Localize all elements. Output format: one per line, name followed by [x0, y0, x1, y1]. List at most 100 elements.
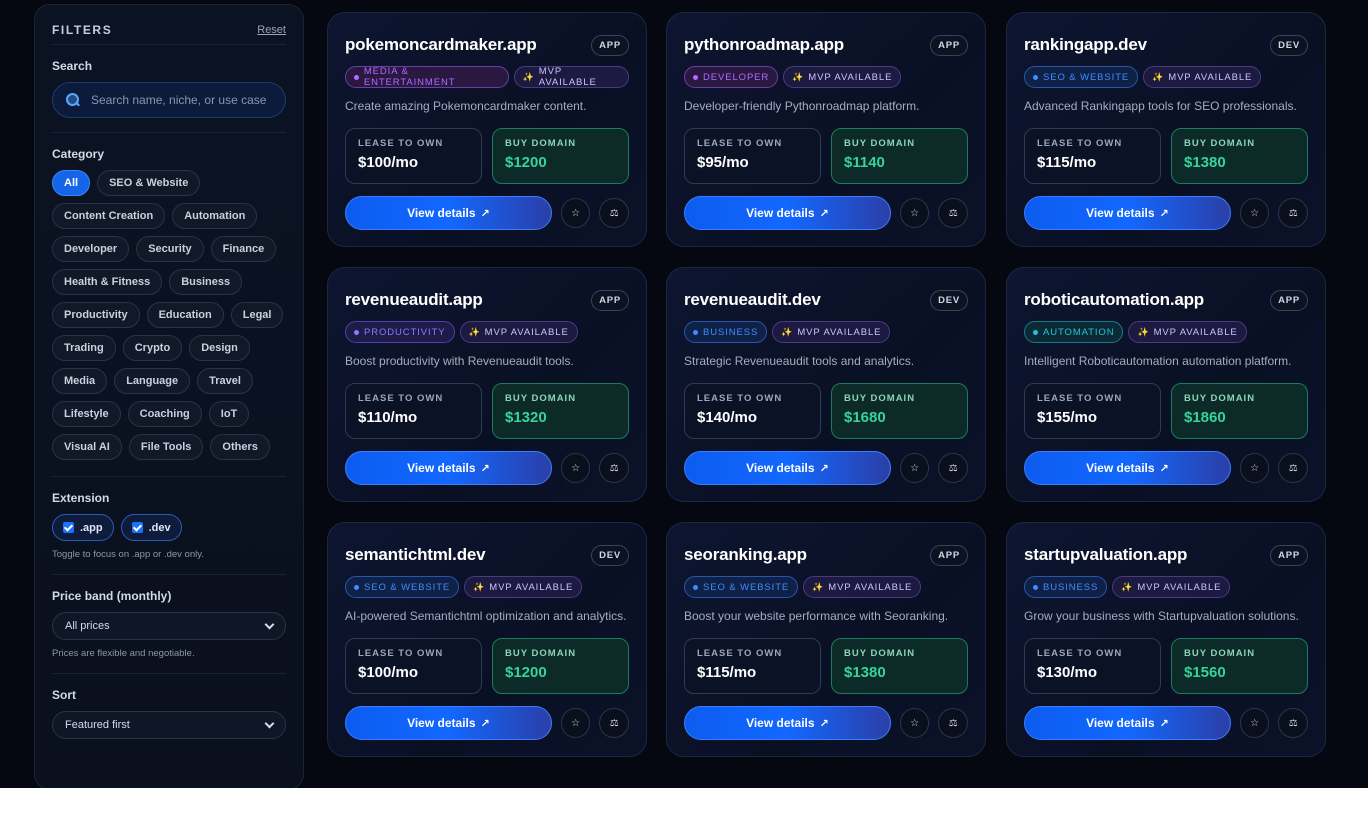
category-chip[interactable]: Business [169, 269, 243, 295]
category-tag-label: MEDIA & ENTERTAINMENT [363, 66, 456, 88]
buy-label: BUY DOMAIN [844, 393, 916, 404]
domain-name[interactable]: revenueaudit.dev [684, 290, 821, 310]
category-chip[interactable]: Developer [52, 236, 130, 262]
card-header: startupvaluation.app APP [1024, 543, 1308, 567]
compare-button[interactable]: ⚖ [1278, 708, 1308, 738]
mvp-tag-label: MVP AVAILABLE [808, 71, 893, 83]
category-chip[interactable]: Language [114, 368, 191, 394]
category-chip[interactable]: Lifestyle [52, 401, 121, 427]
view-details-label: View details [407, 716, 476, 730]
compare-button[interactable]: ⚖ [599, 453, 629, 483]
view-details-button[interactable]: View details ↗ [1024, 706, 1231, 740]
favorite-button[interactable]: ☆ [560, 198, 591, 228]
category-chip[interactable]: Health & Fitness [52, 269, 163, 295]
reset-link[interactable]: Reset [257, 24, 286, 36]
domain-name[interactable]: pokemoncardmaker.app [345, 35, 537, 55]
sparkles-icon: ✨ [1137, 326, 1150, 337]
category-chip[interactable]: Education [146, 302, 224, 328]
compare-icon: ⚖ [948, 207, 958, 219]
compare-icon: ⚖ [948, 717, 958, 729]
category-chip[interactable]: Security [136, 236, 204, 262]
lease-price: $115/mo [1037, 154, 1097, 171]
favorite-button[interactable]: ☆ [560, 708, 591, 738]
category-chip[interactable]: Legal [230, 302, 284, 328]
buy-box: BUY DOMAIN $1380 [831, 638, 968, 694]
domain-name[interactable]: pythonroadmap.app [684, 35, 844, 55]
category-chip[interactable]: All [52, 170, 91, 196]
favorite-button[interactable]: ☆ [1239, 198, 1270, 228]
buy-label: BUY DOMAIN [844, 138, 916, 149]
category-chip[interactable]: Visual AI [52, 434, 122, 460]
domain-name[interactable]: rankingapp.dev [1024, 35, 1147, 55]
category-chip[interactable]: Design [189, 335, 250, 361]
domain-name[interactable]: semantichtml.dev [345, 545, 486, 565]
price-select-value: All prices [65, 620, 110, 632]
price-select[interactable]: All prices [52, 612, 286, 640]
view-details-button[interactable]: View details ↗ [345, 451, 552, 485]
favorite-button[interactable]: ☆ [899, 198, 930, 228]
category-chip[interactable]: Automation [172, 203, 258, 229]
compare-button[interactable]: ⚖ [1278, 198, 1308, 228]
view-details-button[interactable]: View details ↗ [345, 196, 552, 230]
compare-button[interactable]: ⚖ [599, 198, 629, 228]
category-chip[interactable]: SEO & Website [97, 170, 201, 196]
favorite-button[interactable]: ☆ [899, 708, 930, 738]
favorite-button[interactable]: ☆ [560, 453, 591, 483]
compare-button[interactable]: ⚖ [938, 708, 968, 738]
extension-badge: APP [591, 289, 629, 311]
view-details-button[interactable]: View details ↗ [1024, 196, 1231, 230]
buy-price: $1200 [505, 664, 547, 681]
checkbox-checked-icon[interactable] [63, 522, 74, 533]
view-details-button[interactable]: View details ↗ [684, 451, 891, 485]
category-chip[interactable]: Coaching [127, 401, 202, 427]
lease-price: $100/mo [358, 154, 419, 171]
view-details-button[interactable]: View details ↗ [345, 706, 552, 740]
view-details-button[interactable]: View details ↗ [684, 196, 891, 230]
view-details-button[interactable]: View details ↗ [684, 706, 891, 740]
price-boxes: LEASE TO OWN $100/mo BUY DOMAIN $1200 [345, 128, 629, 184]
checkbox-checked-icon[interactable] [131, 522, 143, 533]
domain-description: Boost your website performance with Seor… [684, 609, 949, 623]
price-boxes: LEASE TO OWN $115/mo BUY DOMAIN $1380 [1024, 128, 1308, 184]
category-chip[interactable]: Others [210, 434, 270, 460]
category-tag-label: BUSINESS [1043, 581, 1099, 593]
view-details-label: View details [407, 206, 476, 220]
view-details-label: View details [746, 716, 815, 730]
star-icon: ☆ [910, 717, 920, 729]
extension-app-toggle[interactable]: .app [52, 514, 114, 541]
category-chip[interactable]: File Tools [128, 434, 204, 460]
category-chip[interactable]: IoT [208, 401, 250, 427]
compare-button[interactable]: ⚖ [599, 708, 629, 738]
category-chip[interactable]: Travel [197, 368, 253, 394]
domain-card: semantichtml.dev DEV SEO & WEBSITE ✨ MVP… [327, 522, 647, 757]
category-chip[interactable]: Finance [210, 236, 277, 262]
domain-card: seoranking.app APP SEO & WEBSITE ✨ MVP A… [666, 522, 986, 757]
compare-button[interactable]: ⚖ [1278, 453, 1308, 483]
search-box[interactable] [52, 82, 286, 118]
category-chip[interactable]: Content Creation [52, 203, 166, 229]
category-chip[interactable]: Productivity [52, 302, 140, 328]
category-chip[interactable]: Crypto [122, 335, 183, 361]
sort-select[interactable]: Featured first [52, 711, 286, 739]
card-header: roboticautomation.app APP [1024, 288, 1308, 312]
search-input[interactable] [91, 93, 273, 107]
domain-name[interactable]: roboticautomation.app [1024, 290, 1204, 310]
category-chip[interactable]: Media [52, 368, 108, 394]
favorite-button[interactable]: ☆ [1239, 708, 1270, 738]
view-details-button[interactable]: View details ↗ [1024, 451, 1231, 485]
favorite-button[interactable]: ☆ [1239, 453, 1270, 483]
category-tag: BUSINESS [1024, 576, 1108, 598]
view-details-label: View details [407, 461, 476, 475]
compare-button[interactable]: ⚖ [938, 198, 968, 228]
category-chip[interactable]: Trading [52, 335, 116, 361]
compare-button[interactable]: ⚖ [938, 453, 968, 483]
domain-name[interactable]: startupvaluation.app [1024, 545, 1187, 565]
favorite-button[interactable]: ☆ [899, 453, 930, 483]
card-actions: View details ↗ ☆ ⚖ [345, 706, 629, 740]
domain-name[interactable]: seoranking.app [684, 545, 807, 565]
category-tag-label: SEO & WEBSITE [364, 581, 451, 593]
extension-dev-toggle[interactable]: .dev [120, 514, 182, 541]
domain-name[interactable]: revenueaudit.app [345, 290, 483, 310]
category-tag-label: DEVELOPER [703, 71, 770, 83]
category-tag: SEO & WEBSITE [684, 576, 799, 598]
